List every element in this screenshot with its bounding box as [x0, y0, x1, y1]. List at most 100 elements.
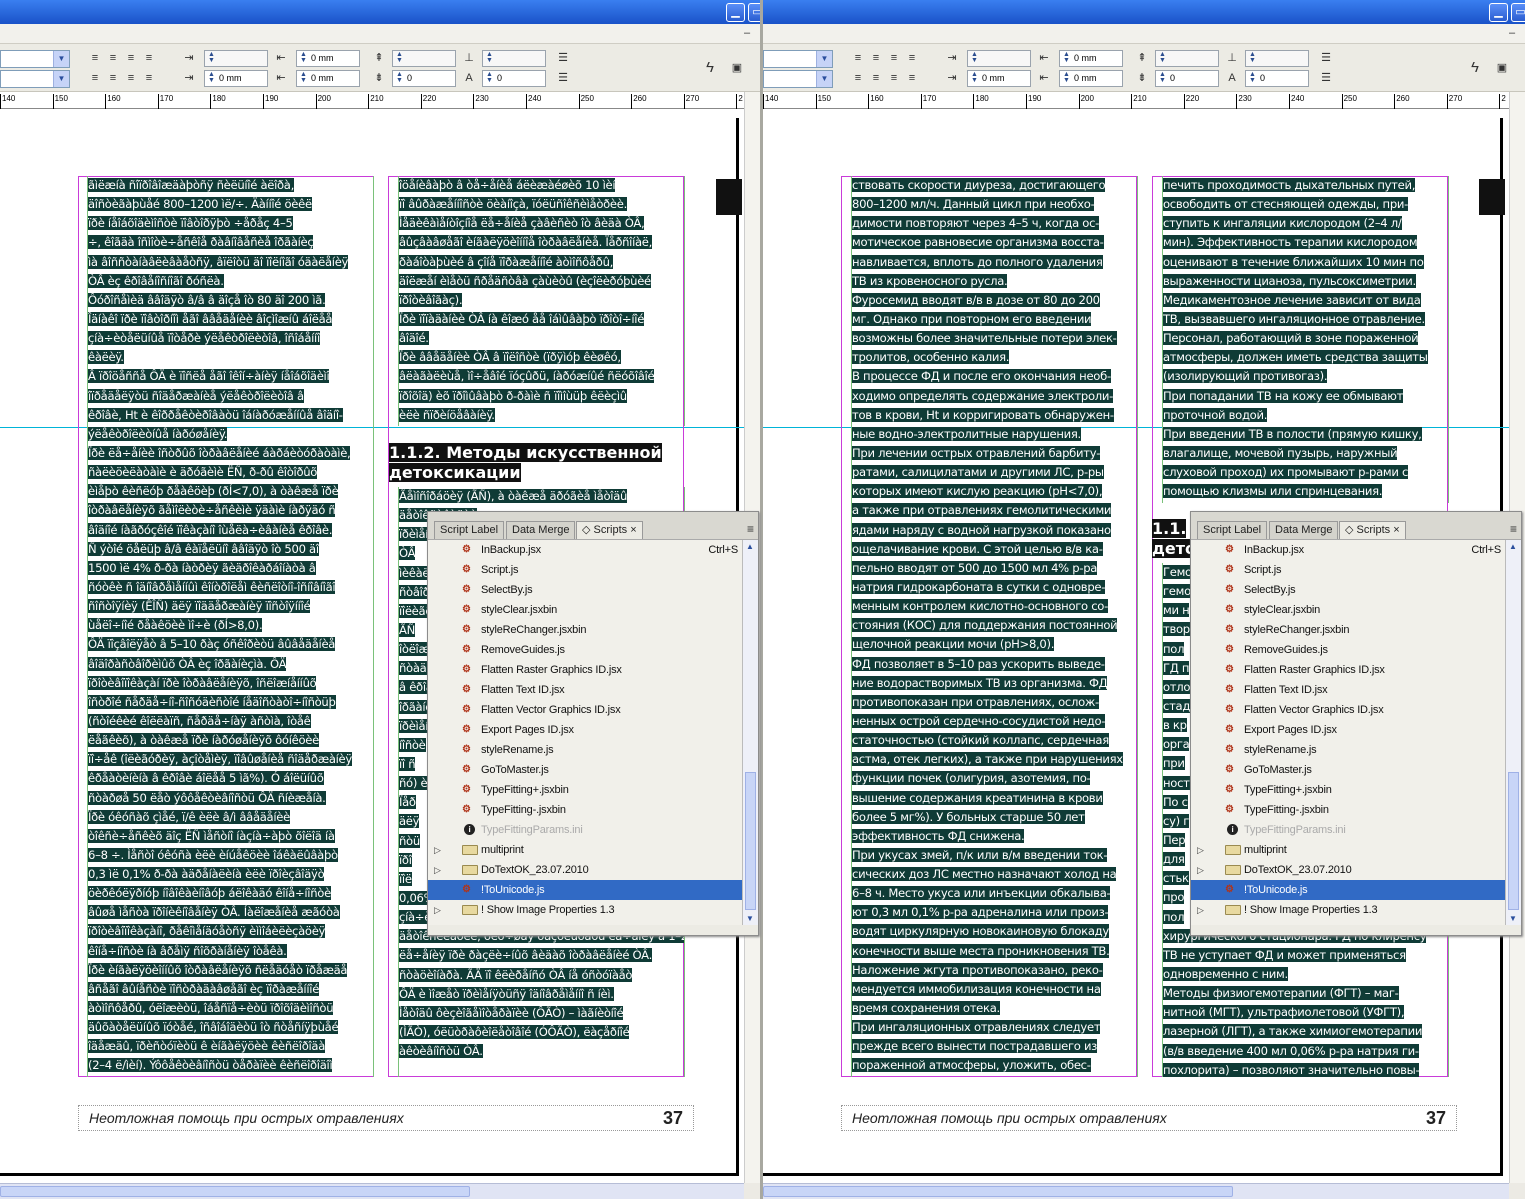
spinner-icon[interactable]: ▲ ▼: [1061, 71, 1072, 85]
script-item[interactable]: ⚙ InBackup.jsx Ctrl+S: [1191, 540, 1505, 560]
script-item[interactable]: i TypeFittingParams.ini: [1191, 820, 1505, 840]
scroll-thumb[interactable]: [745, 772, 756, 910]
numbering-icon[interactable]: ☰: [1319, 72, 1333, 84]
justify-right-icon[interactable]: ≡: [124, 72, 138, 84]
close-icon[interactable]: ×: [1390, 524, 1399, 536]
lightning-icon[interactable]: ϟ: [1468, 60, 1482, 75]
drop-cap-chars-field[interactable]: ▲ ▼ 0: [482, 70, 546, 87]
script-item[interactable]: ⚙ SelectBy.js: [428, 580, 742, 600]
script-item[interactable]: ⚙ RemoveGuides.js: [1191, 640, 1505, 660]
font-dropdown[interactable]: ▼: [0, 70, 70, 88]
script-item[interactable]: ⚙ Export Pages ID.jsx: [1191, 720, 1505, 740]
disclosure-triangle-icon[interactable]: ▷: [434, 840, 442, 860]
space-after-field[interactable]: ▲ ▼ 0: [1155, 70, 1219, 87]
disclosure-triangle-icon[interactable]: ▷: [434, 860, 442, 880]
collapse-icon[interactable]: –: [740, 27, 754, 40]
script-item[interactable]: ⚙ styleRename.js: [428, 740, 742, 760]
scroll-up-icon[interactable]: ▲: [746, 542, 754, 551]
script-item[interactable]: ⚙ TypeFitting-.jsxbin: [1191, 800, 1505, 820]
justify-all-icon[interactable]: ≡: [905, 72, 919, 84]
spinner-icon[interactable]: ▲ ▼: [969, 51, 980, 65]
justify-left-icon[interactable]: ≡: [88, 72, 102, 84]
collapse-icon[interactable]: –: [1505, 27, 1519, 40]
script-item[interactable]: ⚙ TypeFitting+.jsxbin: [428, 780, 742, 800]
space-before-field[interactable]: ▲ ▼: [392, 50, 456, 67]
bullets-icon[interactable]: ☰: [556, 52, 570, 64]
tab-data-merge[interactable]: Data Merge: [506, 521, 576, 539]
disclosure-triangle-icon[interactable]: ▷: [434, 900, 442, 920]
disclosure-triangle-icon[interactable]: ▷: [1197, 840, 1205, 860]
spinner-icon[interactable]: ▲ ▼: [1247, 51, 1258, 65]
panel-scrollbar[interactable]: ▲ ▼: [742, 540, 758, 925]
script-item[interactable]: ▷ DoTextOK_23.07.2010: [1191, 860, 1505, 880]
tab-scripts[interactable]: ◇ Scripts ×: [576, 521, 643, 539]
script-item[interactable]: ⚙ InBackup.jsx Ctrl+S: [428, 540, 742, 560]
lightning-icon[interactable]: ϟ: [703, 60, 717, 75]
script-item[interactable]: ▷ multiprint: [428, 840, 742, 860]
script-item[interactable]: i TypeFittingParams.ini: [428, 820, 742, 840]
spinner-icon[interactable]: ▲ ▼: [484, 51, 495, 65]
script-item[interactable]: ⚙ Flatten Vector Graphics ID.jsx: [1191, 700, 1505, 720]
preflight-icon[interactable]: ▣: [1495, 62, 1509, 74]
drop-cap-lines-field[interactable]: ▲ ▼: [1245, 50, 1309, 67]
justify-left-icon[interactable]: ≡: [851, 72, 865, 84]
tab-script-label[interactable]: Script Label: [1197, 521, 1268, 539]
scroll-up-icon[interactable]: ▲: [1509, 542, 1517, 551]
horizontal-scrollbar[interactable]: [763, 1183, 1509, 1199]
script-item[interactable]: ▷ ! Show Image Properties 1.3: [428, 900, 742, 920]
drop-cap-lines-field[interactable]: ▲ ▼: [482, 50, 546, 67]
align-left-icon[interactable]: ≡: [88, 52, 102, 64]
last-line-indent-field[interactable]: ▲ ▼ 0 mm: [1059, 70, 1123, 87]
script-item[interactable]: ⚙ Flatten Vector Graphics ID.jsx: [428, 700, 742, 720]
script-item[interactable]: ▷ ! Show Image Properties 1.3: [1191, 900, 1505, 920]
bullets-icon[interactable]: ☰: [1319, 52, 1333, 64]
script-item[interactable]: ⚙ TypeFitting+.jsxbin: [1191, 780, 1505, 800]
panel-menu-icon[interactable]: ≡: [747, 522, 754, 536]
script-item[interactable]: ⚙ styleClear.jsxbin: [1191, 600, 1505, 620]
script-item[interactable]: ⚙ !ToUnicode.js: [1191, 880, 1505, 900]
script-item[interactable]: ▷ multiprint: [1191, 840, 1505, 860]
script-item[interactable]: ⚙ GoToMaster.js: [1191, 760, 1505, 780]
restore-button[interactable]: ▭: [1511, 3, 1525, 22]
disclosure-triangle-icon[interactable]: ▷: [1197, 860, 1205, 880]
script-item[interactable]: ⚙ styleReChanger.jsxbin: [1191, 620, 1505, 640]
right-indent-field[interactable]: ▲ ▼ 0 mm: [296, 50, 360, 67]
justify-center-icon[interactable]: ≡: [106, 72, 120, 84]
style-dropdown[interactable]: ▼: [0, 50, 70, 68]
spinner-icon[interactable]: ▲ ▼: [206, 51, 217, 65]
script-item[interactable]: ⚙ Flatten Text ID.jsx: [1191, 680, 1505, 700]
align-left-icon[interactable]: ≡: [851, 52, 865, 64]
spinner-icon[interactable]: ▲ ▼: [1157, 71, 1168, 85]
panel-scrollbar[interactable]: ▲ ▼: [1505, 540, 1521, 925]
panel-menu-icon[interactable]: ≡: [1510, 522, 1517, 536]
script-item[interactable]: ⚙ styleClear.jsxbin: [428, 600, 742, 620]
style-dropdown[interactable]: ▼: [763, 50, 833, 68]
align-justify-icon[interactable]: ≡: [905, 52, 919, 64]
spinner-icon[interactable]: ▲ ▼: [1247, 71, 1258, 85]
align-justify-icon[interactable]: ≡: [142, 52, 156, 64]
script-item[interactable]: ⚙ Export Pages ID.jsx: [428, 720, 742, 740]
script-item[interactable]: ⚙ !ToUnicode.js: [428, 880, 742, 900]
font-dropdown[interactable]: ▼: [763, 70, 833, 88]
tab-data-merge[interactable]: Data Merge: [1269, 521, 1339, 539]
text-column-2-top[interactable]: печить проходимость дыхательных путей, ос…: [1162, 176, 1449, 503]
spinner-icon[interactable]: ▲ ▼: [206, 71, 217, 85]
spinner-icon[interactable]: ▲ ▼: [394, 71, 405, 85]
align-right-icon[interactable]: ≡: [887, 52, 901, 64]
script-item[interactable]: ⚙ Flatten Text ID.jsx: [428, 680, 742, 700]
align-center-icon[interactable]: ≡: [106, 52, 120, 64]
left-indent-field[interactable]: ▲ ▼: [967, 50, 1031, 67]
close-icon[interactable]: ×: [627, 524, 636, 536]
first-line-indent-field[interactable]: ▲ ▼ 0 mm: [967, 70, 1031, 87]
last-line-indent-field[interactable]: ▲ ▼ 0 mm: [296, 70, 360, 87]
right-indent-field[interactable]: ▲ ▼ 0 mm: [1059, 50, 1123, 67]
script-item[interactable]: ⚙ Script.js: [428, 560, 742, 580]
text-column-1[interactable]: ãìëæíà ñîïðîâîæäàþòñÿ ñèëüíîé àëîðà, äîñò…: [87, 176, 374, 1077]
spinner-icon[interactable]: ▲ ▼: [298, 51, 309, 65]
minimize-button[interactable]: ▁: [1489, 3, 1508, 22]
script-item[interactable]: ⚙ RemoveGuides.js: [428, 640, 742, 660]
tab-scripts[interactable]: ◇ Scripts ×: [1339, 521, 1406, 539]
text-column-1[interactable]: ствовать скорости диуреза, достигающего 8…: [851, 176, 1138, 1077]
tab-script-label[interactable]: Script Label: [434, 521, 505, 539]
justify-right-icon[interactable]: ≡: [887, 72, 901, 84]
